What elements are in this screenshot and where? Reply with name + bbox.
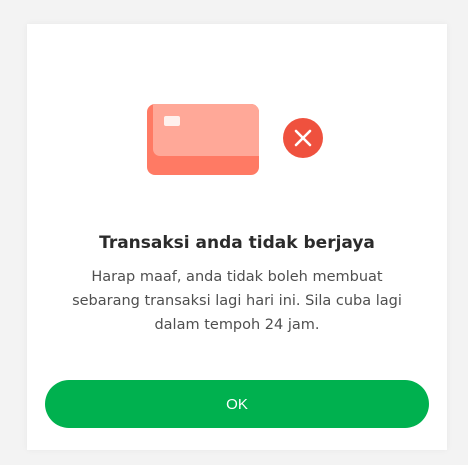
close-icon	[283, 118, 323, 158]
failed-transaction-illustration	[147, 104, 347, 184]
ok-button[interactable]: OK	[45, 380, 429, 428]
error-dialog: Transaksi anda tidak berjaya Harap maaf,…	[27, 24, 447, 450]
credit-card-icon	[147, 104, 259, 175]
dialog-message: Harap maaf, anda tidak boleh membuat seb…	[72, 269, 402, 333]
dialog-title: Transaksi anda tidak berjaya	[99, 233, 375, 253]
